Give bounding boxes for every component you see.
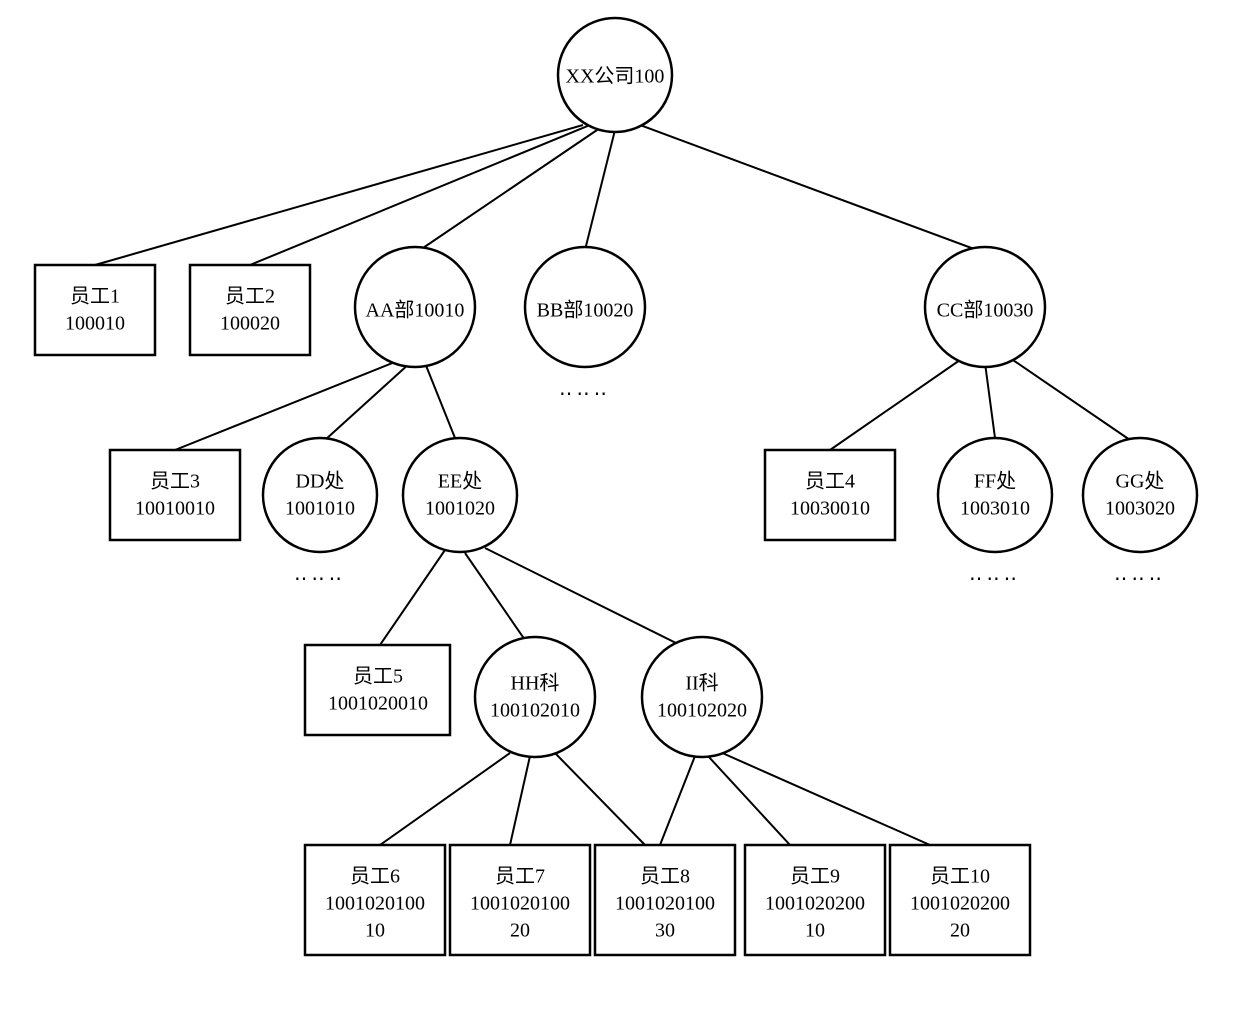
node-dd-line2: 1001010 [285, 498, 355, 520]
node-emp2: 员工2 100020 [190, 265, 310, 355]
node-emp4-line1: 员工4 [805, 471, 855, 493]
node-root: XX公司100 [558, 18, 672, 132]
node-emp5-line2: 1001020010 [328, 693, 428, 715]
node-emp6: 员工6 1001020100 10 [305, 845, 445, 955]
node-ii-line1: II科 [685, 672, 718, 695]
edge-ee-emp5 [380, 550, 445, 645]
node-ee: EE处 1001020 [403, 438, 517, 552]
node-aa-label: AA部10010 [366, 299, 465, 322]
node-emp7-line1: 员工7 [495, 866, 545, 888]
node-emp5: 员工5 1001020010 [305, 645, 450, 735]
node-emp9: 员工9 1001020200 10 [745, 845, 885, 955]
node-ii-line2: 100102020 [657, 700, 747, 722]
edge-ee-ii [485, 548, 680, 645]
ellipsis-dd: ‥‥‥ [294, 563, 346, 585]
node-emp9-line3: 10 [805, 920, 825, 942]
node-hh: HH科 100102010 [475, 637, 595, 757]
edge-root-cc [640, 125, 985, 253]
node-emp7-line2: 1001020100 [470, 893, 570, 915]
node-ff: FF处 1003010 [938, 438, 1052, 552]
edge-root-bb [585, 130, 615, 250]
node-bb-label: BB部10020 [537, 299, 634, 322]
org-tree-diagram: XX公司100 员工1 100010 员工2 100020 AA部10010 B… [0, 0, 1240, 1028]
node-emp10-line2: 1001020200 [910, 893, 1010, 915]
node-cc-label: CC部10030 [937, 299, 1034, 322]
edge-ee-hh [465, 553, 525, 640]
node-ff-line1: FF处 [974, 470, 1016, 493]
edge-ii-emp10 [720, 752, 930, 845]
node-dd: DD处 1001010 [263, 438, 377, 552]
node-emp6-line1: 员工6 [350, 866, 400, 888]
edge-hh-emp8 [555, 753, 645, 845]
edge-ii-emp9 [708, 756, 790, 845]
node-ee-line1: EE处 [438, 470, 482, 493]
node-emp5-line1: 员工5 [353, 666, 403, 688]
node-emp6-line3: 10 [365, 920, 385, 942]
node-emp2-line2: 100020 [220, 313, 280, 335]
edge-hh-emp6 [380, 753, 510, 845]
node-emp9-line2: 1001020200 [765, 893, 865, 915]
edge-aa-ee [425, 363, 455, 438]
node-emp10-line1: 员工10 [930, 866, 990, 888]
node-emp4-line2: 10030010 [790, 498, 870, 520]
node-emp10: 员工10 1001020200 20 [890, 845, 1030, 955]
node-aa: AA部10010 [355, 247, 475, 367]
node-gg-line1: GG处 [1116, 470, 1165, 493]
node-emp7: 员工7 1001020100 20 [450, 845, 590, 955]
edge-root-emp2 [250, 125, 590, 265]
node-emp3-line2: 10010010 [135, 498, 215, 520]
edge-cc-ff [985, 363, 995, 438]
edge-aa-dd [325, 363, 410, 440]
edge-hh-emp7 [510, 756, 530, 845]
node-root-label: XX公司100 [566, 66, 665, 88]
node-ee-line2: 1001020 [425, 498, 495, 520]
ellipsis-ff: ‥‥‥ [969, 563, 1021, 585]
edge-aa-emp3 [175, 360, 400, 450]
node-gg-line2: 1003020 [1105, 498, 1175, 520]
edge-root-emp1 [95, 125, 583, 265]
node-ff-line2: 1003010 [960, 498, 1030, 520]
node-emp7-line3: 20 [510, 920, 530, 942]
node-emp8-line2: 1001020100 [615, 893, 715, 915]
node-emp1-line2: 100010 [65, 313, 125, 335]
ellipsis-bb: ‥‥‥ [559, 378, 611, 400]
node-emp1-line1: 员工1 [70, 286, 120, 308]
node-hh-line1: HH科 [511, 672, 560, 695]
node-emp8-line1: 员工8 [640, 866, 690, 888]
edge-ii-emp8-overlap [660, 756, 695, 845]
node-dd-line1: DD处 [296, 470, 345, 493]
node-gg: GG处 1003020 [1083, 438, 1197, 552]
node-emp4: 员工4 10030010 [765, 450, 895, 540]
ellipsis-gg: ‥‥‥ [1114, 563, 1166, 585]
node-emp3: 员工3 10010010 [110, 450, 240, 540]
edge-cc-gg [1010, 358, 1130, 440]
node-emp8: 员工8 1001020100 30 [595, 845, 735, 955]
node-emp8-line3: 30 [655, 920, 675, 942]
node-emp6-line2: 1001020100 [325, 893, 425, 915]
node-emp3-line1: 员工3 [150, 471, 200, 493]
node-emp1: 员工1 100010 [35, 265, 155, 355]
node-bb: BB部10020 [525, 247, 645, 367]
node-ii: II科 100102020 [642, 637, 762, 757]
node-cc: CC部10030 [925, 247, 1045, 367]
node-emp2-line1: 员工2 [225, 286, 275, 308]
node-emp9-line1: 员工9 [790, 866, 840, 888]
node-emp10-line3: 20 [950, 920, 970, 942]
node-hh-line2: 100102010 [490, 700, 580, 722]
edge-cc-emp4 [830, 360, 960, 450]
